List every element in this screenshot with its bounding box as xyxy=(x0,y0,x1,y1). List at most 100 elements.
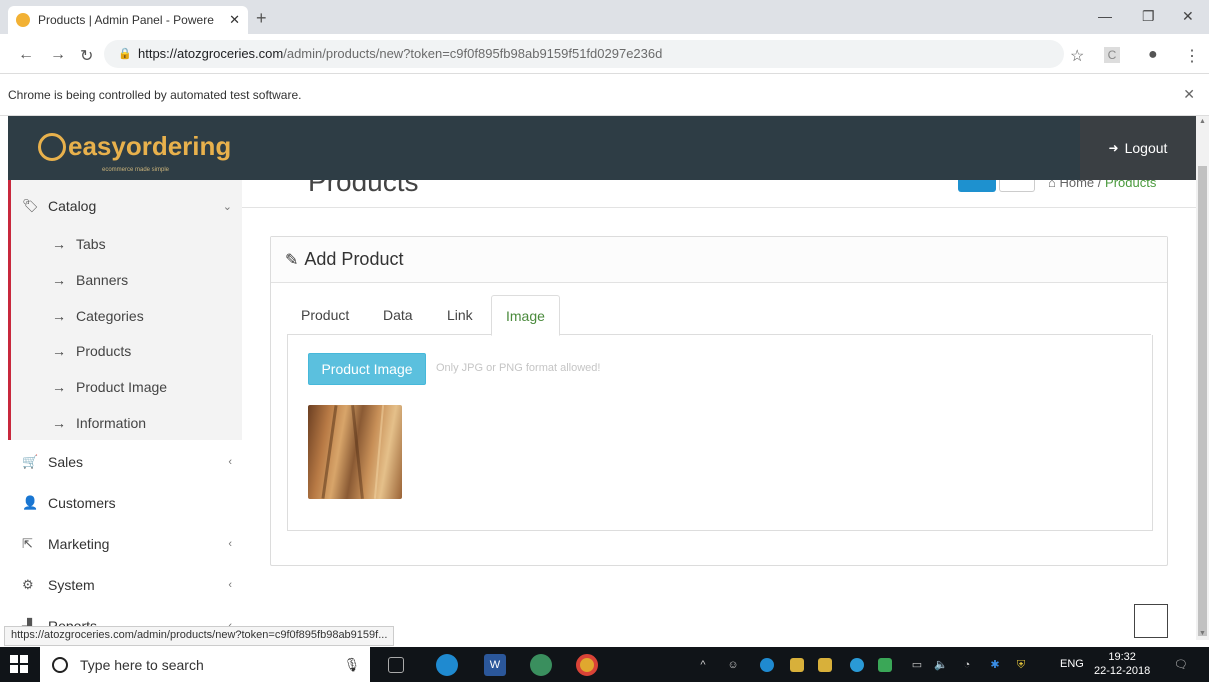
taskbar-search-placeholder: Type here to search xyxy=(80,656,204,673)
forward-icon[interactable]: → xyxy=(50,46,66,64)
infobar-close-icon[interactable]: ✕ xyxy=(1183,86,1195,103)
sign-out-icon: ➜ xyxy=(1108,141,1119,155)
wifi-icon[interactable]: ◔ xyxy=(956,654,978,676)
logout-button[interactable]: ➜ Logout xyxy=(1080,116,1196,180)
browser-tab[interactable]: Products | Admin Panel - Powere ✕ xyxy=(8,6,248,34)
cancel-button[interactable] xyxy=(999,180,1035,192)
automation-infobar: Chrome is being controlled by automated … xyxy=(0,74,1209,116)
clock-date: 22-12-2018 xyxy=(1094,665,1151,677)
scroll-down-icon[interactable]: ▼ xyxy=(1199,630,1206,637)
user-icon: 👤 xyxy=(22,495,39,510)
sidebar-sub-item-tabs[interactable]: → Tabs xyxy=(8,226,242,262)
tray-app-icon[interactable] xyxy=(878,658,892,672)
tab-data[interactable]: Data xyxy=(369,295,427,335)
home-icon: ⌂ xyxy=(1048,180,1060,190)
brand-logo[interactable]: easyordering ecommerce made simple xyxy=(38,131,231,173)
product-image-button[interactable]: Product Image xyxy=(308,353,426,385)
clock-time: 19:32 xyxy=(1108,651,1136,663)
sidebar-sub-item-banners[interactable]: → Banners xyxy=(8,262,242,298)
app-circle-icon[interactable] xyxy=(530,654,552,676)
share-icon: ⇱ xyxy=(22,536,33,551)
taskbar-clock[interactable]: 19:32 22-12-2018 xyxy=(1094,650,1150,678)
address-bar-row: ← → ↻ 🔒 https://atozgroceries.com/admin/… xyxy=(0,34,1209,74)
product-image-thumbnail[interactable] xyxy=(308,405,402,499)
cortana-icon xyxy=(52,656,68,673)
catalog-section: 🏷 Catalog ⌄ → Tabs → Banners → Categorie… xyxy=(8,180,242,440)
close-tab-icon[interactable]: ✕ xyxy=(229,12,240,28)
tab-link[interactable]: Link xyxy=(433,295,487,335)
chevron-left-icon: ‹ xyxy=(228,456,232,468)
chrome-icon[interactable] xyxy=(576,654,598,676)
tray-app-icon[interactable] xyxy=(760,658,774,672)
sidebar-sub-item-products[interactable]: → Products xyxy=(8,333,242,369)
notifications-icon[interactable]: 🗨 xyxy=(1170,654,1192,676)
sidebar-sub-item-categories[interactable]: → Categories xyxy=(8,298,242,334)
reload-icon[interactable]: ↻ xyxy=(80,46,93,66)
task-view-icon[interactable] xyxy=(388,657,404,673)
image-format-hint: Only JPG or PNG format allowed! xyxy=(436,362,601,374)
bluetooth-icon[interactable]: ✱ xyxy=(984,654,1006,676)
word-icon[interactable]: W xyxy=(484,654,506,676)
sidebar-item-label: Customers xyxy=(48,495,116,511)
tray-app-icon[interactable] xyxy=(850,658,864,672)
breadcrumb-separator: / xyxy=(1097,180,1102,190)
sidebar-item-catalog[interactable]: 🏷 Catalog ⌄ xyxy=(8,186,242,226)
sidebar-item-sales[interactable]: 🛒 Sales ‹ xyxy=(8,442,242,482)
microphone-icon[interactable]: 🎙 xyxy=(343,657,360,673)
minimize-icon[interactable]: — xyxy=(1098,8,1112,24)
breadcrumb-current[interactable]: Products xyxy=(1105,180,1156,190)
page-scrollbar[interactable]: ▲ ▼ xyxy=(1196,116,1209,640)
restore-icon[interactable]: ❐ xyxy=(1142,8,1155,25)
windows-start-icon[interactable] xyxy=(10,655,28,673)
chevron-left-icon: ‹ xyxy=(228,579,232,591)
sidebar-item-customers[interactable]: 👤 Customers xyxy=(8,483,242,523)
sidebar-item-system[interactable]: ⚙ System ‹ xyxy=(8,565,242,605)
extension-icon[interactable]: C xyxy=(1104,47,1120,63)
breadcrumb-home[interactable]: Home xyxy=(1059,180,1094,190)
sidebar-item-label: Marketing xyxy=(48,536,110,552)
sidebar-item-label: System xyxy=(48,577,95,593)
sidebar-sub-item-information[interactable]: → Information xyxy=(8,405,242,441)
logo-ring-icon xyxy=(38,132,66,161)
save-button[interactable] xyxy=(958,180,996,192)
browser-tab-strip: Products | Admin Panel - Powere ✕ + — ❐ … xyxy=(0,0,1209,34)
tray-app-icon[interactable] xyxy=(818,658,832,672)
tab-image[interactable]: Image xyxy=(491,295,560,336)
arrow-right-icon: → xyxy=(52,343,66,359)
image-tab-pane: Product Image Only JPG or PNG format all… xyxy=(287,335,1153,531)
new-tab-icon[interactable]: + xyxy=(256,8,267,29)
sidebar-sub-label: Categories xyxy=(76,308,144,324)
sidebar-sub-label: Information xyxy=(76,415,147,431)
url-field[interactable]: 🔒 https://atozgroceries.com/admin/produc… xyxy=(104,40,1064,68)
volume-icon[interactable]: 🔈 xyxy=(930,654,952,676)
scroll-up-icon[interactable]: ▲ xyxy=(1199,118,1206,125)
add-product-panel: ✎ Add Product Product Data Link Image Pr… xyxy=(270,236,1168,566)
security-icon[interactable]: ⛨ xyxy=(1010,654,1032,676)
browser-tab-title: Products | Admin Panel - Powere xyxy=(38,13,214,27)
back-icon[interactable]: ← xyxy=(18,46,34,64)
people-icon[interactable]: ☺ xyxy=(722,654,744,676)
floating-widget[interactable] xyxy=(1134,604,1168,638)
chrome-menu-icon[interactable]: ⋮ xyxy=(1184,46,1200,66)
sidebar-item-label: Catalog xyxy=(48,198,97,214)
sidebar-sub-item-product-image[interactable]: → Product Image xyxy=(8,369,242,405)
tab-product[interactable]: Product xyxy=(287,295,363,335)
arrow-right-icon: → xyxy=(52,415,66,431)
sidebar-sub-label: Products xyxy=(76,343,132,359)
language-indicator[interactable]: ENG xyxy=(1060,658,1084,670)
app-globe-icon[interactable] xyxy=(436,654,458,676)
tray-expand-icon[interactable]: ^ xyxy=(692,654,714,676)
sidebar-sub-label: Banners xyxy=(76,272,129,288)
bookmark-star-icon[interactable]: ☆ xyxy=(1070,46,1084,66)
battery-icon[interactable]: ▭ xyxy=(906,654,928,676)
url-host: https://atozgroceries.com xyxy=(138,46,284,61)
taskbar-search-box[interactable]: Type here to search 🎙 xyxy=(40,647,370,682)
sidebar-item-marketing[interactable]: ⇱ Marketing ‹ xyxy=(8,524,242,564)
close-window-icon[interactable]: ✕ xyxy=(1182,8,1194,25)
panel-title: Add Product xyxy=(304,249,404,269)
profile-icon[interactable]: ● xyxy=(1148,46,1158,64)
scrollbar-thumb[interactable] xyxy=(1198,166,1207,636)
arrow-right-icon: → xyxy=(52,236,66,252)
tray-app-icon[interactable] xyxy=(790,658,804,672)
link-status-bar: https://atozgroceries.com/admin/products… xyxy=(4,626,395,646)
